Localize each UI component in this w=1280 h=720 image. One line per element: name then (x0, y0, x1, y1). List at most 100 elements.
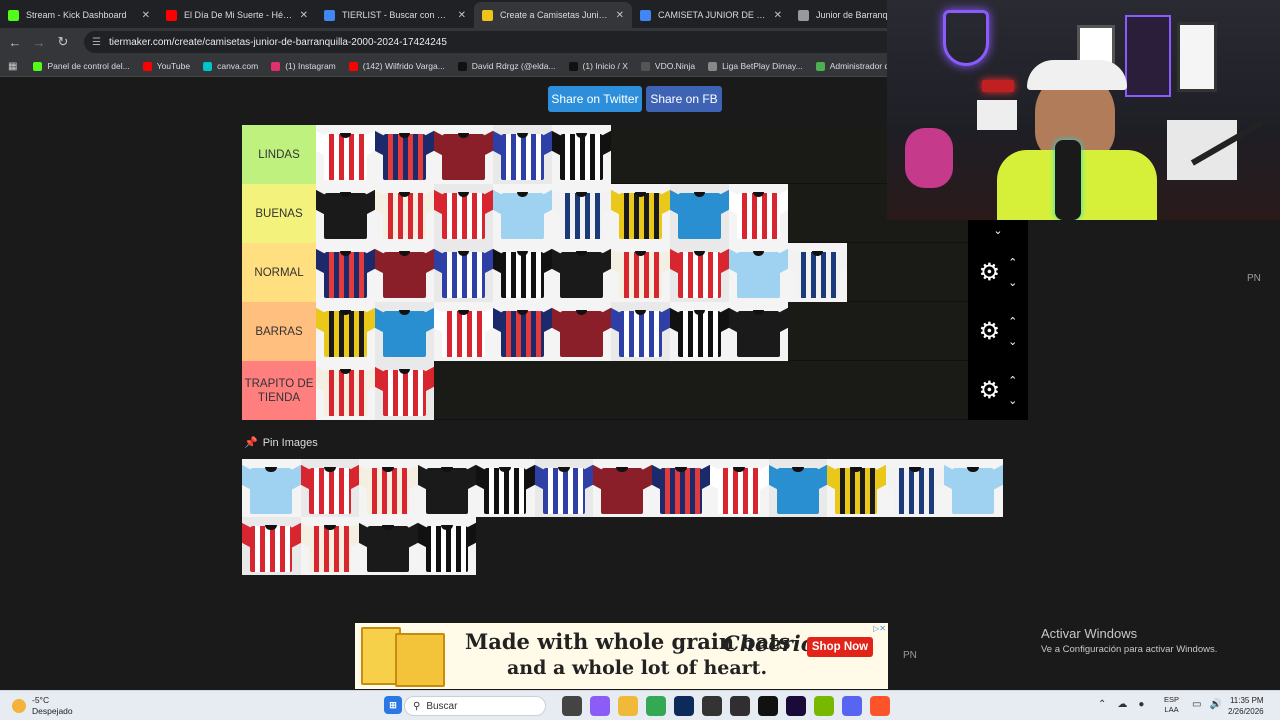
tiktok-icon[interactable] (758, 696, 778, 716)
ad-info-icon[interactable]: ▷✕ (873, 624, 886, 633)
tier-label[interactable]: TRAPITO DE TIENDA (242, 361, 316, 420)
chevron-down-icon[interactable]: ⌄ (1008, 332, 1017, 352)
language-indicator[interactable]: ESP (1164, 695, 1179, 705)
jersey-image[interactable] (417, 517, 476, 575)
chevron-up-icon[interactable]: ⌃ (1098, 699, 1106, 710)
close-tab-icon[interactable]: ✕ (142, 10, 150, 21)
address-bar[interactable]: ☰ tiermaker.com/create/camisetas-junior-… (84, 31, 904, 53)
tier-label[interactable]: LINDAS (242, 125, 316, 184)
back-icon[interactable]: ← (3, 35, 27, 50)
discord-icon[interactable] (842, 696, 862, 716)
nvidia-icon[interactable] (814, 696, 834, 716)
jersey-image[interactable] (768, 459, 827, 517)
chrome-icon[interactable] (646, 696, 666, 716)
cheerios-ad[interactable]: Made with whole grain oats and a whole l… (355, 623, 888, 689)
jersey-image[interactable] (493, 302, 552, 361)
apps-icon[interactable]: ▦ (8, 61, 17, 72)
jersey-image[interactable] (316, 243, 375, 302)
bookmark-item[interactable]: YouTube (142, 61, 190, 71)
jersey-image[interactable] (611, 302, 670, 361)
browser-tab[interactable]: Stream - Kick Dashboard ✕ (0, 2, 158, 28)
jersey-image[interactable] (375, 302, 434, 361)
photoshop-icon[interactable] (674, 696, 694, 716)
jersey-image[interactable] (476, 459, 535, 517)
browser-tab[interactable]: Create a Camisetas Junior de B ✕ (474, 2, 632, 28)
clock-time[interactable]: 11:35 PM (1228, 695, 1264, 706)
tier-label[interactable]: BARRAS (242, 302, 316, 361)
share-twitter-button[interactable]: Share on Twitter (548, 86, 642, 112)
jersey-image[interactable] (552, 302, 611, 361)
jersey-image[interactable] (359, 517, 418, 575)
jersey-image[interactable] (434, 125, 493, 184)
taskbar-search[interactable]: ⚲ Buscar (404, 696, 546, 716)
gear-icon[interactable]: ⚙ (979, 258, 1001, 287)
jersey-image[interactable] (242, 459, 301, 517)
bookmark-item[interactable]: Liga BetPlay Dimay... (708, 61, 803, 71)
pin-images-header[interactable]: 📌 Pin Images (244, 436, 318, 450)
taskview-icon[interactable] (562, 696, 582, 716)
close-tab-icon[interactable]: ✕ (616, 10, 624, 21)
jersey-image[interactable] (552, 125, 611, 184)
chevron-down-icon[interactable]: ⌄ (1008, 273, 1017, 293)
jersey-image[interactable] (534, 459, 593, 517)
jersey-image[interactable] (670, 243, 729, 302)
jersey-image[interactable] (670, 302, 729, 361)
browser-tab[interactable]: CAMISETA JUNIOR DE BARRANQ ✕ (632, 2, 790, 28)
file-explorer-icon[interactable] (618, 696, 638, 716)
tier-label[interactable]: NORMAL (242, 243, 316, 302)
jersey-image[interactable] (434, 302, 493, 361)
jersey-image[interactable] (651, 459, 710, 517)
bookmark-item[interactable]: canva.com (203, 61, 258, 71)
chevron-down-icon[interactable]: ⌄ (993, 221, 1002, 241)
jersey-image[interactable] (316, 184, 375, 243)
jersey-image[interactable] (375, 125, 434, 184)
jersey-image[interactable] (316, 125, 375, 184)
jersey-image[interactable] (788, 243, 847, 302)
jersey-image[interactable] (375, 184, 434, 243)
chevron-up-icon[interactable]: ⌃ (1008, 253, 1017, 273)
volume-icon[interactable]: 🔊 (1209, 699, 1221, 710)
bookmark-item[interactable]: Panel de control del... (33, 61, 130, 71)
jersey-image[interactable] (552, 184, 611, 243)
browser-tab[interactable]: El Día De Mi Suerte - Héctor La ✕ (158, 2, 316, 28)
jersey-image[interactable] (493, 184, 552, 243)
jersey-image[interactable] (316, 361, 375, 420)
gear-icon[interactable]: ⚙ (979, 317, 1001, 346)
reload-icon[interactable]: ↻ (51, 34, 75, 50)
jersey-image[interactable] (316, 302, 375, 361)
jersey-image[interactable] (493, 125, 552, 184)
jersey-image[interactable] (300, 459, 359, 517)
jersey-image[interactable] (729, 243, 788, 302)
windows-start-icon[interactable]: ⊞ (384, 696, 402, 714)
jersey-image[interactable] (493, 243, 552, 302)
gear-icon[interactable]: ⚙ (979, 376, 1001, 405)
jersey-image[interactable] (611, 184, 670, 243)
mic-icon[interactable]: ● (1138, 699, 1144, 710)
display-icon[interactable]: ▭ (1192, 699, 1201, 710)
tier-label[interactable]: BUENAS (242, 184, 316, 243)
brave-icon[interactable] (870, 696, 890, 716)
jersey-image[interactable] (552, 243, 611, 302)
chevron-up-icon[interactable]: ⌃ (1008, 312, 1017, 332)
obs-icon[interactable] (730, 696, 750, 716)
weather-widget[interactable]: -5°C Despejado (12, 695, 73, 717)
jersey-image[interactable] (359, 459, 418, 517)
chevron-down-icon[interactable]: ⌄ (1008, 391, 1017, 411)
jersey-image[interactable] (729, 302, 788, 361)
bookmark-item[interactable]: (1) Inicio / X (568, 61, 628, 71)
jersey-image[interactable] (710, 459, 769, 517)
site-info-icon[interactable]: ☰ (92, 37, 101, 48)
jersey-image[interactable] (434, 184, 493, 243)
jersey-image[interactable] (417, 459, 476, 517)
jersey-image[interactable] (375, 361, 434, 420)
jersey-image[interactable] (611, 243, 670, 302)
bookmark-item[interactable]: (1) Instagram (271, 61, 336, 71)
calculator-icon[interactable] (702, 696, 722, 716)
jersey-image[interactable] (729, 184, 788, 243)
jersey-image[interactable] (944, 459, 1003, 517)
jersey-image[interactable] (670, 184, 729, 243)
close-tab-icon[interactable]: ✕ (300, 10, 308, 21)
bookmark-item[interactable]: VDO.Ninja (640, 61, 695, 71)
browser-tab[interactable]: TIERLIST - Buscar con Google ✕ (316, 2, 474, 28)
jersey-image[interactable] (434, 243, 493, 302)
